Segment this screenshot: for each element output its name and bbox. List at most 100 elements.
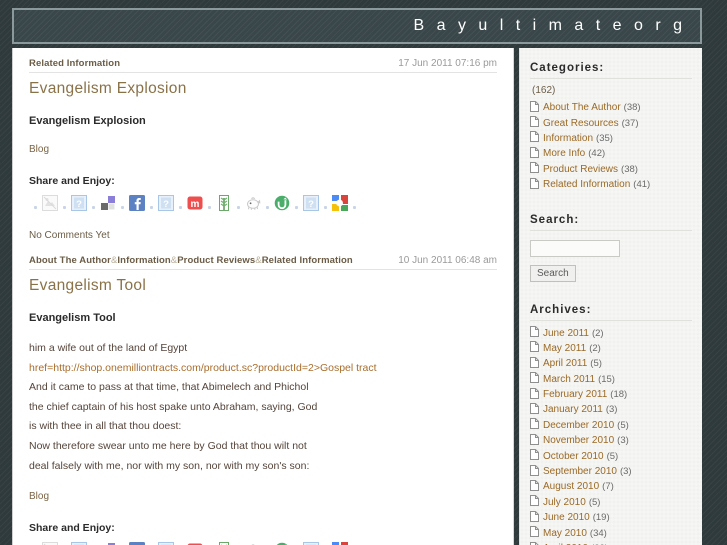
archives-item-count: (2) [589, 342, 601, 354]
mixx-icon[interactable]: m [187, 195, 203, 211]
post-body-line: Now therefore swear unto me here by God … [29, 439, 307, 452]
windows-squares-icon[interactable] [100, 195, 116, 211]
post-meta: About The Author&Information&Product Rev… [29, 245, 497, 270]
archives-item[interactable]: June 2010 (19) [530, 510, 692, 525]
categories-item[interactable]: About The Author (38) [530, 100, 692, 115]
categories-list: About The Author (38) Great Resources (37) I… [530, 100, 692, 192]
archives-item-count: (19) [592, 512, 610, 524]
document-icon [530, 449, 539, 463]
share-separator-dot [295, 205, 298, 209]
piggy-bank-icon[interactable] [245, 195, 261, 211]
archives-item-label: January 2011 [543, 404, 603, 416]
document-icon [530, 341, 539, 355]
archives-item[interactable]: August 2010 (7) [530, 479, 692, 494]
archives-item-count: (3) [617, 435, 629, 447]
categories-heading: Categories: [530, 62, 692, 79]
post-title[interactable]: Evangelism Tool [29, 277, 497, 295]
archives-item[interactable]: March 2011 (15) [530, 372, 692, 387]
svg-text:?: ? [163, 199, 169, 210]
post-category-link[interactable]: About The Author [29, 255, 111, 266]
post-title[interactable]: Evangelism Explosion [29, 80, 497, 98]
categories-item-label: Product Reviews [543, 163, 619, 175]
post-body-link[interactable]: href=http://shop.onemilliontracts.com/pr… [29, 361, 497, 377]
archives-item-label: July 2010 [543, 496, 586, 508]
search-button[interactable]: Search [530, 265, 576, 283]
page-root: B a y u l t i m a t e o r g Related Info… [0, 0, 727, 545]
question-box-icon[interactable]: ? [158, 195, 174, 211]
archives-item-count: (18) [610, 389, 628, 401]
categories-item[interactable]: Related Information (41) [530, 177, 692, 192]
categories-item[interactable]: Product Reviews (38) [530, 162, 692, 177]
share-separator-dot [237, 205, 240, 209]
post-date: 10 Jun 2011 06:48 am [398, 255, 497, 266]
archives-item-count: (5) [588, 496, 601, 508]
site-header: B a y u l t i m a t e o r g [12, 8, 702, 44]
broken-image-icon[interactable] [42, 195, 58, 211]
archives-item-label: September 2010 [543, 466, 617, 478]
archives-item-label: June 2011 [543, 327, 589, 339]
document-icon [530, 372, 539, 386]
document-icon [530, 162, 539, 176]
archives-item[interactable]: June 2011 (2) [530, 325, 692, 340]
question-box-icon[interactable]: ? [303, 195, 319, 211]
categories-item-count: (38) [623, 102, 641, 114]
archives-item-label: June 2010 [543, 512, 590, 524]
search-input[interactable] [530, 240, 620, 258]
document-icon [530, 326, 539, 340]
archives-item-label: May 2011 [543, 342, 587, 354]
document-icon [530, 387, 539, 402]
post-date: 17 Jun 2011 07:16 pm [398, 58, 497, 69]
archives-item-label: November 2010 [543, 435, 615, 447]
categories-item-count: (42) [588, 148, 606, 160]
categories-item-count: (41) [633, 179, 651, 191]
archives-item-count: (5) [606, 450, 619, 462]
share-separator-dot [208, 205, 211, 209]
share-separator-dot [179, 205, 182, 209]
archives-item-count: (5) [590, 358, 602, 370]
question-box-icon[interactable]: ? [71, 195, 87, 211]
archives-item[interactable]: February 2011 (18) [530, 387, 692, 402]
archives-item[interactable]: July 2010 (5) [530, 495, 692, 510]
post-tag-blog[interactable]: Blog [29, 491, 497, 502]
categories-item-count: (35) [596, 132, 613, 144]
archives-item[interactable]: May 2011 (2) [530, 341, 692, 356]
document-icon [530, 464, 539, 479]
post-category-link[interactable]: Information [117, 255, 170, 266]
post-category-link[interactable]: Related Information [262, 255, 353, 266]
document-icon [530, 146, 539, 161]
stumbleupon-icon[interactable] [274, 195, 290, 211]
categories-item[interactable]: Information (35) [530, 131, 692, 146]
categories-item-count: (38) [621, 163, 638, 175]
share-and-enjoy-label: Share and Enjoy: [29, 522, 115, 535]
archives-item[interactable]: September 2010 (3) [530, 464, 692, 479]
no-comments-label[interactable]: No Comments Yet [29, 230, 497, 245]
archives-item[interactable]: January 2011 (3) [530, 402, 692, 417]
categories-item[interactable]: More Info (42) [530, 146, 692, 161]
facebook-icon[interactable] [129, 195, 145, 211]
archives-item[interactable]: December 2010 (5) [530, 418, 692, 433]
archives-item[interactable]: April 2010(22) [530, 541, 692, 545]
technorati-plant-icon[interactable] [216, 195, 232, 211]
archives-item[interactable]: October 2010 (5) [530, 448, 692, 463]
archives-item-label: December 2010 [543, 419, 615, 431]
categories-item-label: Information [543, 132, 594, 144]
share-separator-dot [92, 205, 95, 209]
document-icon [530, 356, 539, 371]
post-category-link[interactable]: Related Information [29, 58, 120, 69]
categories-item-label: Great Resources [543, 117, 619, 129]
post-tag-blog[interactable]: Blog [29, 144, 497, 155]
archives-item-label: February 2011 [543, 389, 608, 401]
google-buzz-icon[interactable] [332, 195, 348, 211]
archives-item-count: (2) [591, 327, 604, 339]
categories-item-count: (37) [621, 117, 639, 129]
post-category-link[interactable]: Product Reviews [177, 255, 255, 266]
svg-text:?: ? [308, 199, 314, 210]
categories-item[interactable]: Great Resources (37) [530, 115, 692, 130]
archives-item[interactable]: May 2010 (34) [530, 525, 692, 540]
archives-heading: Archives: [530, 304, 692, 322]
archives-item[interactable]: April 2011 (5) [530, 356, 692, 371]
categories-item-label: More Info [543, 148, 586, 160]
document-icon [530, 402, 539, 417]
document-icon [530, 116, 539, 130]
archives-item[interactable]: November 2010 (3) [530, 433, 692, 448]
